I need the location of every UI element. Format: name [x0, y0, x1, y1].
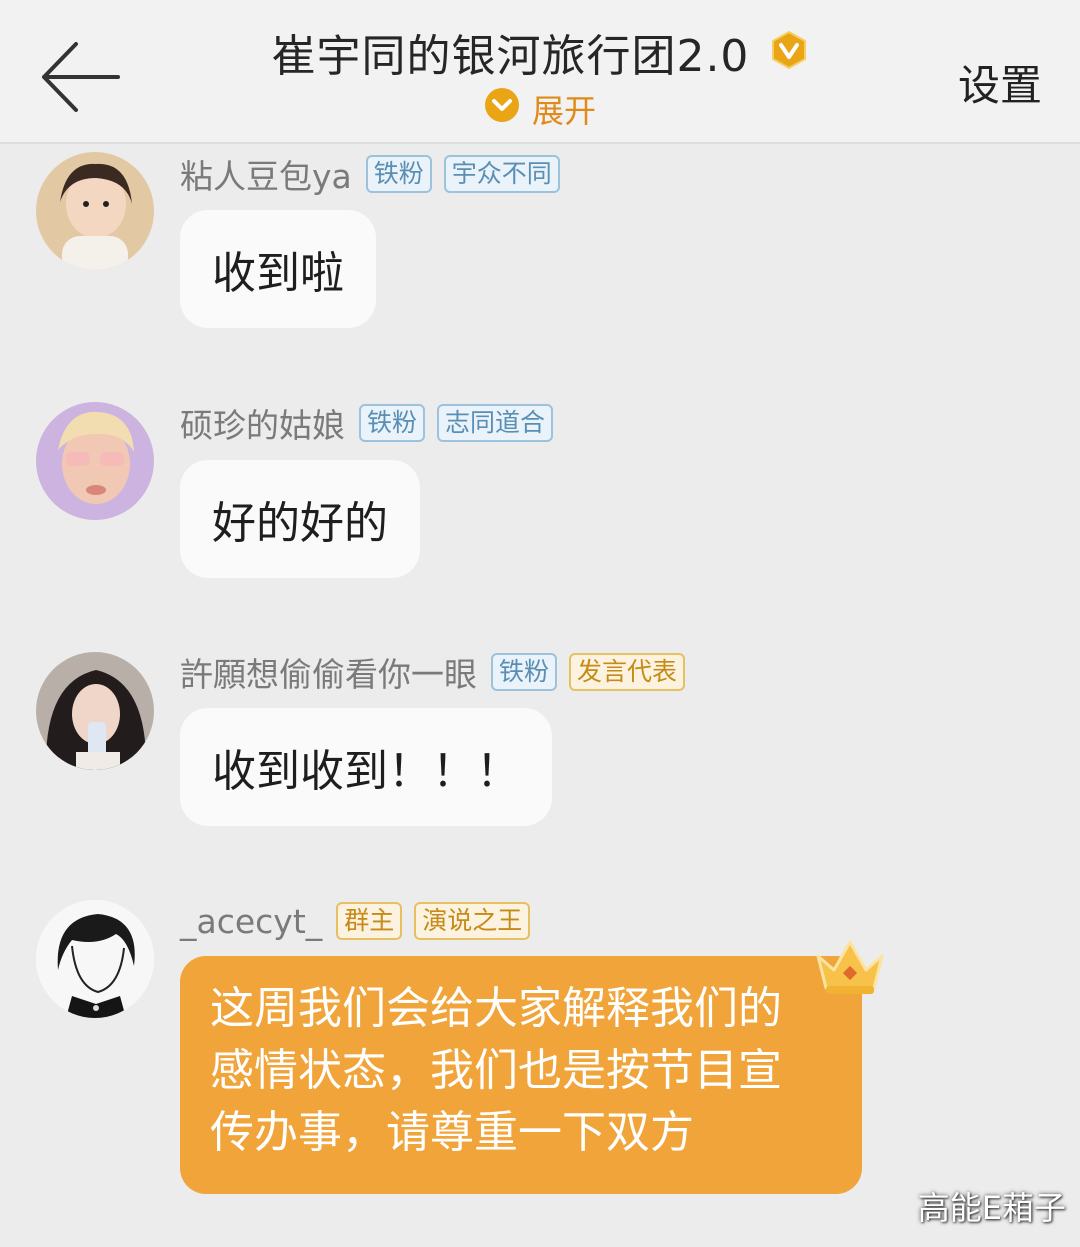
- avatar[interactable]: [36, 652, 154, 770]
- username[interactable]: 硕珍的姑娘: [180, 399, 345, 447]
- message-header: 許願想偷偷看你一眼 铁粉 发言代表: [180, 650, 697, 694]
- chat-title: 崔宇同的银河旅行团2.0: [271, 31, 750, 82]
- chevron-down-icon: [484, 87, 520, 131]
- message-header: 粘人豆包ya 铁粉 宇众不同: [180, 152, 572, 196]
- message-bubble[interactable]: 收到啦: [180, 210, 376, 328]
- username[interactable]: 許願想偷偷看你一眼: [180, 648, 477, 696]
- chat-title-row: 崔宇同的银河旅行团2.0: [0, 20, 1080, 84]
- crown-icon: [812, 936, 888, 1002]
- title-tag: 演说之王: [414, 902, 531, 940]
- owner-tag: 群主: [336, 902, 403, 940]
- expand-button[interactable]: 展开: [0, 86, 1080, 132]
- message-bubble-highlighted[interactable]: 这周我们会给大家解释我们的 感情状态，我们也是按节目宣 传办事，请尊重一下双方: [180, 956, 862, 1194]
- avatar[interactable]: [36, 402, 154, 520]
- message-line: 感情状态，我们也是按节目宣: [210, 1045, 782, 1096]
- expand-label: 展开: [531, 92, 596, 130]
- title-tag: 宇众不同: [443, 155, 560, 193]
- username[interactable]: _acecyt_: [180, 902, 322, 941]
- watermark: 高能E葙子: [917, 1189, 1066, 1227]
- avatar[interactable]: [36, 152, 154, 270]
- title-tag: 发言代表: [569, 653, 686, 691]
- message-header: _acecyt_ 群主 演说之王: [180, 899, 542, 943]
- message-bubble[interactable]: 好的好的: [180, 460, 420, 578]
- message-bubble[interactable]: 收到收到！！！: [180, 708, 552, 826]
- settings-button[interactable]: 设置: [958, 52, 1042, 113]
- verified-badge-icon: [769, 30, 809, 74]
- message-line: 传办事，请尊重一下双方: [210, 1107, 694, 1158]
- fan-level-tag: 铁粉: [359, 404, 426, 442]
- fan-level-tag: 铁粉: [365, 155, 432, 193]
- message-line: 这周我们会给大家解释我们的: [210, 983, 782, 1034]
- fan-level-tag: 铁粉: [491, 653, 558, 691]
- message-header: 硕珍的姑娘 铁粉 志同道合: [180, 401, 565, 445]
- username[interactable]: 粘人豆包ya: [180, 150, 352, 198]
- chat-header: 崔宇同的银河旅行团2.0 展开 设置: [0, 0, 1080, 144]
- avatar[interactable]: [36, 900, 154, 1018]
- title-tag: 志同道合: [437, 404, 554, 442]
